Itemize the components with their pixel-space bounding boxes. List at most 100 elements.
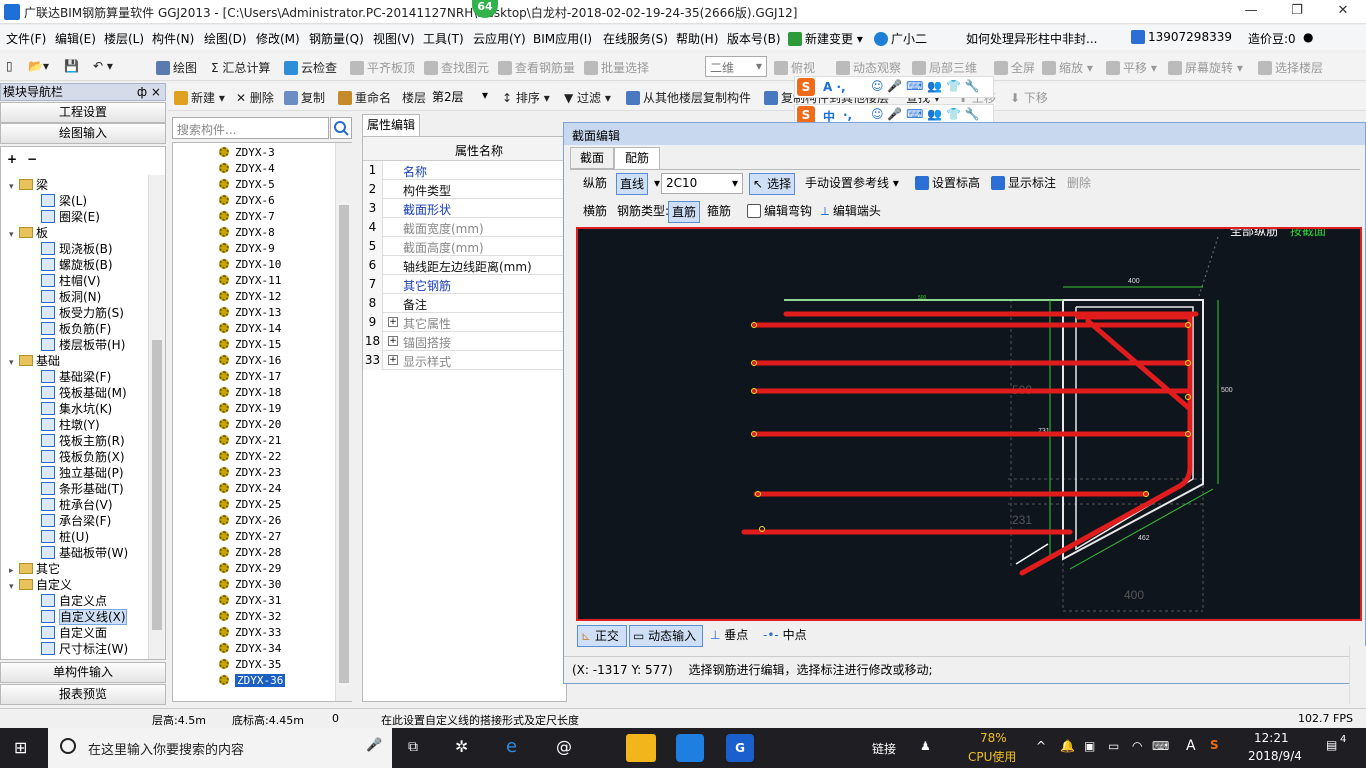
component-list-item[interactable]: ZDYX-11 bbox=[173, 273, 281, 289]
component-list-item[interactable]: ZDYX-21 bbox=[173, 433, 281, 449]
component-list-item[interactable]: ZDYX-16 bbox=[173, 353, 281, 369]
expand-all-icon[interactable]: + bbox=[7, 152, 17, 166]
expand-toggle-icon[interactable]: ▾ bbox=[9, 179, 19, 195]
line-mode-button[interactable]: 直线 bbox=[616, 173, 649, 195]
component-list-item[interactable]: ZDYX-22 bbox=[173, 449, 281, 465]
midpoint-snap[interactable]: -•- 中点 bbox=[760, 625, 810, 647]
component-list-item[interactable]: ZDYX-8 bbox=[173, 225, 275, 241]
open-icon[interactable]: 📂▾ bbox=[28, 59, 49, 73]
delete-component-button[interactable]: ✕ 删除 bbox=[236, 89, 274, 106]
component-list-item[interactable]: ZDYX-33 bbox=[173, 625, 281, 641]
nav-scroll-thumb[interactable] bbox=[152, 340, 162, 630]
nav-tree-item[interactable]: 筏板主筋(R) bbox=[41, 433, 125, 449]
clock-date[interactable]: 2018/9/4 bbox=[1248, 749, 1302, 763]
sum-button[interactable]: Σ 汇总计算 bbox=[211, 59, 270, 76]
delete-rebar-button[interactable]: 删除 bbox=[1064, 173, 1094, 195]
right-scrollbar[interactable] bbox=[1349, 646, 1366, 704]
restore-button[interactable]: ❐ bbox=[1274, 0, 1320, 24]
sogou-tray-icon[interactable]: S bbox=[1210, 738, 1219, 752]
nav-tree-item[interactable]: 独立基础(P) bbox=[41, 465, 124, 481]
batch-select-button[interactable]: 批量选择 bbox=[584, 59, 649, 76]
menu-floor[interactable]: 楼层(L) bbox=[104, 30, 144, 47]
select-button[interactable]: ↖ 选择 bbox=[749, 173, 796, 195]
component-scrollbar[interactable] bbox=[335, 143, 352, 701]
ime-lang-icon[interactable]: A ·, bbox=[823, 80, 846, 94]
keyboard-icon[interactable]: ⌨ bbox=[1152, 739, 1169, 753]
action-center-icon[interactable]: ▤ bbox=[1326, 738, 1337, 752]
expand-plus-icon[interactable]: + bbox=[388, 355, 398, 365]
menu-cloud[interactable]: 云应用(Y) bbox=[473, 30, 526, 47]
property-row[interactable]: 1 名称 bbox=[363, 161, 568, 180]
notification-bell-icon[interactable]: 🔔 bbox=[1060, 739, 1075, 753]
cloud-check-button[interactable]: 云检查 bbox=[284, 59, 337, 76]
nav-tree-item[interactable]: 现浇板(B) bbox=[41, 241, 113, 257]
search-icon[interactable] bbox=[330, 117, 352, 139]
component-list-item[interactable]: ZDYX-10 bbox=[173, 257, 281, 273]
ime-emoji-icon[interactable]: ☺ 🎤 ⌨ 👥 👕 🔧 bbox=[871, 107, 980, 121]
straight-bar-button[interactable]: 直筋 bbox=[668, 201, 701, 223]
component-list-item[interactable]: ZDYX-20 bbox=[173, 417, 281, 433]
perpendicular-snap[interactable]: ⊥ 垂点 bbox=[707, 625, 751, 647]
nav-tree-item[interactable]: 基础梁(F) bbox=[41, 369, 111, 385]
manual-ref-line-button[interactable]: 手动设置参考线 ▾ bbox=[802, 173, 902, 195]
screen-rotate-button[interactable]: 屏幕旋转 ▾ bbox=[1168, 59, 1243, 76]
menu-tools[interactable]: 工具(T) bbox=[423, 30, 464, 47]
component-list-item[interactable]: ZDYX-29 bbox=[173, 561, 281, 577]
property-row[interactable]: 3 截面形状 bbox=[363, 199, 568, 218]
component-list-item[interactable]: ZDYX-17 bbox=[173, 369, 281, 385]
show-dimension-button[interactable]: 显示标注 bbox=[988, 173, 1059, 195]
component-list-item[interactable]: ZDYX-23 bbox=[173, 465, 281, 481]
copy-component-button[interactable]: 复制 bbox=[284, 89, 325, 106]
ime-punct-icon[interactable]: ·, bbox=[843, 108, 852, 122]
component-list-item[interactable]: ZDYX-14 bbox=[173, 321, 281, 337]
component-list-item[interactable]: ZDYX-28 bbox=[173, 545, 281, 561]
nav-tree-item[interactable]: 承台梁(F) bbox=[41, 513, 111, 529]
new-file-icon[interactable]: ▯ bbox=[6, 59, 13, 73]
property-row[interactable]: 33 + 显示样式 bbox=[363, 351, 568, 370]
collapse-all-icon[interactable]: − bbox=[27, 152, 37, 166]
property-row[interactable]: 5 截面高度(mm) bbox=[363, 237, 568, 256]
component-list-item[interactable]: ZDYX-32 bbox=[173, 609, 281, 625]
find-element-button[interactable]: 查找图元 bbox=[424, 59, 489, 76]
component-list-item[interactable]: ZDYX-13 bbox=[173, 305, 281, 321]
property-row[interactable]: 4 截面宽度(mm) bbox=[363, 218, 568, 237]
tab-section[interactable]: 截面 bbox=[570, 147, 614, 169]
taskbar-link[interactable]: 链接 bbox=[872, 740, 896, 757]
nav-tree-item[interactable]: 自定义点 bbox=[41, 593, 107, 609]
nav-tree-item[interactable]: 桩(U) bbox=[41, 529, 89, 545]
component-list-item[interactable]: ZDYX-3 bbox=[173, 145, 275, 161]
component-list-item[interactable]: ZDYX-30 bbox=[173, 577, 281, 593]
windows-start-icon[interactable]: ⊞ bbox=[14, 738, 27, 757]
component-list-item[interactable]: ZDYX-15 bbox=[173, 337, 281, 353]
rebar-group[interactable] bbox=[741, 311, 1199, 576]
menu-edit[interactable]: 编辑(E) bbox=[55, 30, 96, 47]
nav-tree-item[interactable]: 自定义面 bbox=[41, 625, 107, 641]
user-account[interactable]: 13907298339 bbox=[1131, 30, 1232, 44]
expand-plus-icon[interactable]: + bbox=[388, 336, 398, 346]
nav-tree-item[interactable]: 圈梁(E) bbox=[41, 209, 100, 225]
sort-button[interactable]: ↕ 排序 ▾ bbox=[502, 89, 550, 106]
menu-help[interactable]: 帮助(H) bbox=[676, 30, 718, 47]
tab-reinforcement[interactable]: 配筋 bbox=[614, 147, 660, 169]
section-drawing[interactable]: 全部纵筋 按截面 400 231 500 400 500 500 731 462 bbox=[578, 223, 1360, 619]
component-list-item[interactable]: ZDYX-31 bbox=[173, 593, 281, 609]
nav-tree-item[interactable]: 柱帽(V) bbox=[41, 273, 101, 289]
nav-report-preview[interactable]: 报表预览 bbox=[0, 684, 166, 705]
component-list-item[interactable]: ZDYX-5 bbox=[173, 177, 275, 193]
property-row[interactable]: 2 构件类型 bbox=[363, 180, 568, 199]
clock-time[interactable]: 12:21 bbox=[1254, 731, 1289, 745]
expand-toggle-icon[interactable]: ▾ bbox=[9, 355, 19, 371]
expand-toggle-icon[interactable]: ▾ bbox=[9, 227, 19, 243]
component-search-input[interactable]: 搜索构件... bbox=[172, 117, 329, 139]
component-list-item[interactable]: ZDYX-24 bbox=[173, 481, 281, 497]
people-icon[interactable]: ♟ bbox=[920, 739, 931, 753]
floor-select[interactable]: 第2层 ▾ bbox=[428, 86, 492, 107]
nav-tree-item[interactable]: 基础板带(W) bbox=[41, 545, 128, 561]
nav-drawing-input[interactable]: 绘图输入 bbox=[0, 123, 166, 144]
menu-modify[interactable]: 修改(M) bbox=[256, 30, 300, 47]
zoom-button[interactable]: 缩放 ▾ bbox=[1042, 59, 1093, 76]
rebar-spec-select[interactable]: 2C10 ▾ bbox=[661, 173, 743, 194]
nav-tree-item[interactable]: 自定义线(X) bbox=[41, 609, 127, 625]
stirrup-button[interactable]: 箍筋 bbox=[704, 201, 734, 223]
nav-project-settings[interactable]: 工程设置 bbox=[0, 102, 166, 123]
